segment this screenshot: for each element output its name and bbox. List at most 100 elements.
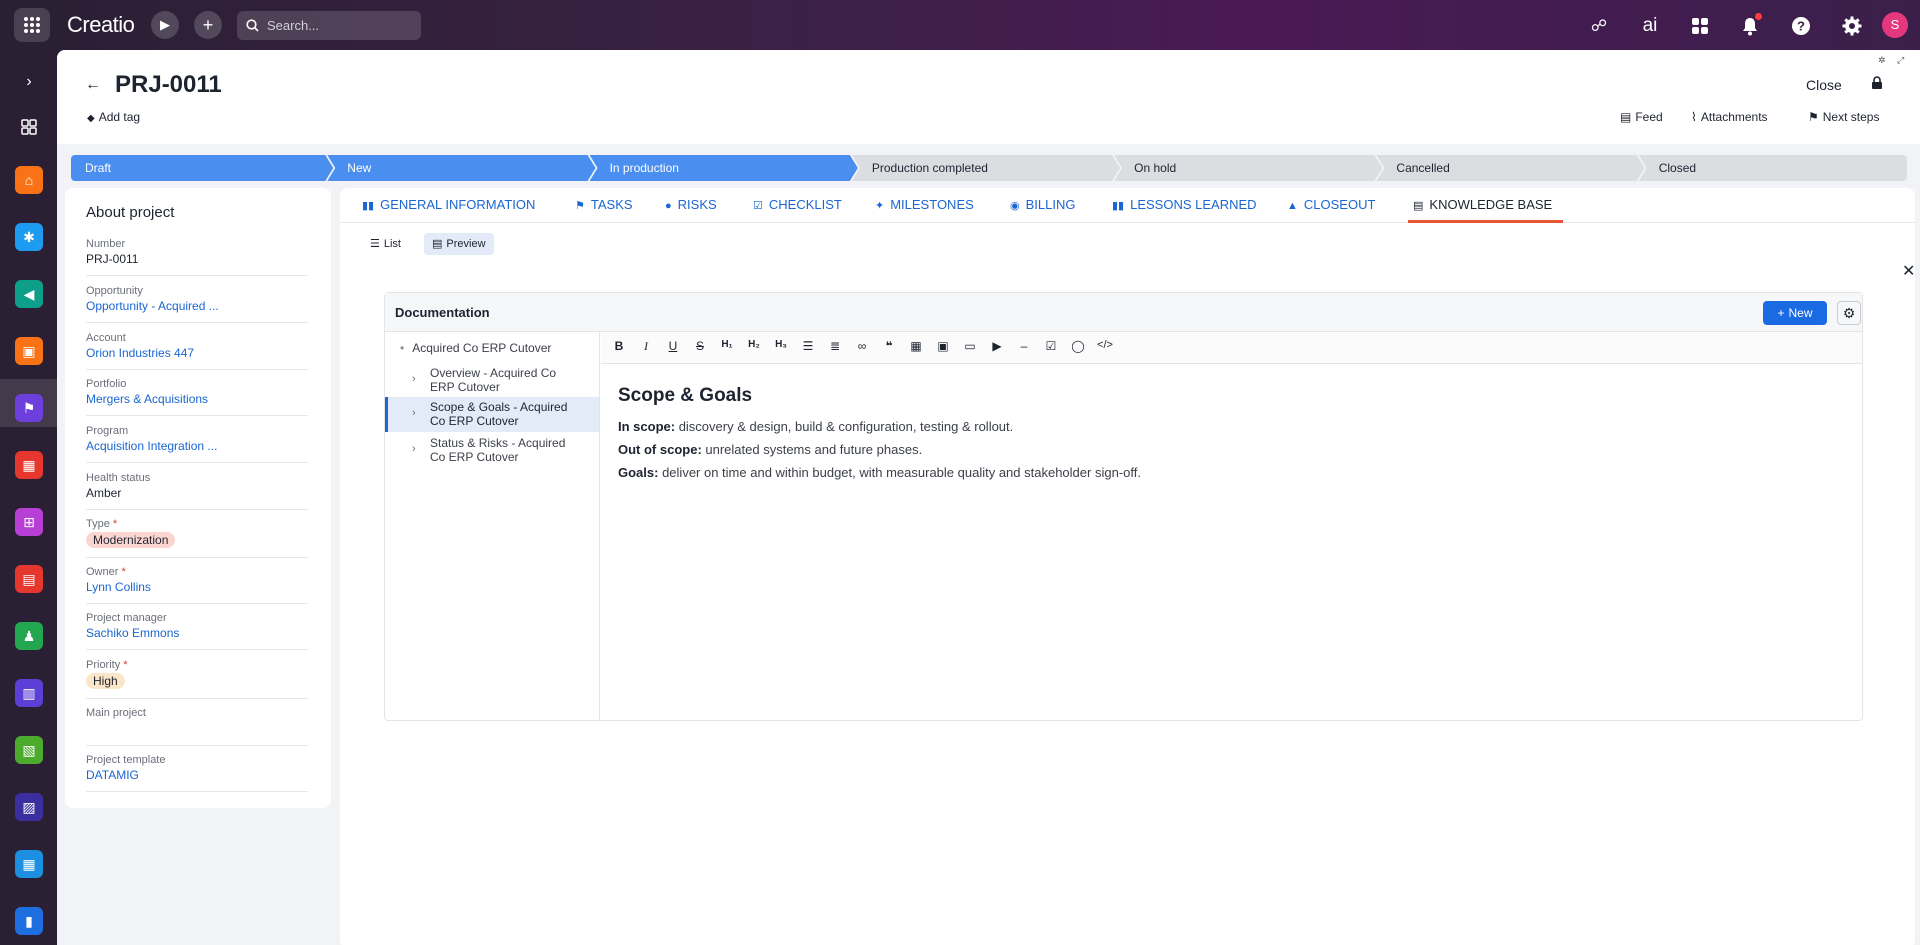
stage-production-completed[interactable]: Production completed: [852, 155, 1120, 181]
expand-icon[interactable]: ⤢: [1897, 55, 1904, 66]
rail-app-2[interactable]: ✱: [15, 223, 43, 251]
preview-view-button[interactable]: ▤ Preview: [424, 233, 494, 255]
table-icon[interactable]: ▦: [906, 339, 926, 357]
documentation-settings-button[interactable]: ⚙: [1837, 301, 1861, 325]
tree-item-status-risks[interactable]: › Status & Risks - Acquired Co ERP Cutov…: [385, 436, 599, 466]
field-value[interactable]: PRJ-0011: [86, 252, 308, 266]
field-value[interactable]: Amber: [86, 486, 308, 500]
rail-sheets[interactable]: ▦: [15, 850, 43, 878]
pin-icon[interactable]: ✲: [1878, 55, 1886, 66]
list-view-button[interactable]: ☰ List: [362, 233, 409, 255]
quote-icon[interactable]: ❝: [879, 339, 899, 357]
italic-icon[interactable]: I: [636, 339, 656, 357]
image-icon[interactable]: ▣: [933, 339, 953, 357]
quick-add-button[interactable]: +: [194, 11, 222, 39]
feed-button[interactable]: ▤ Feed: [1620, 110, 1663, 124]
creatio-logo[interactable]: Creatio: [67, 12, 135, 38]
article-paragraph-out-of-scope: Out of scope: unrelated systems and futu…: [618, 442, 1838, 457]
checkbox-icon[interactable]: ☑: [1041, 339, 1061, 357]
user-avatar[interactable]: S: [1882, 12, 1908, 38]
tab-checklist[interactable]: ☑ Checklist: [753, 197, 842, 212]
rail-documents[interactable]: ▧: [15, 736, 43, 764]
rail-projects[interactable]: ▣: [15, 337, 43, 365]
help-button[interactable]: ?: [1787, 12, 1815, 40]
video-icon[interactable]: ▭: [960, 339, 980, 357]
project-manager-link[interactable]: Sachiko Emmons: [86, 626, 308, 640]
type-chip[interactable]: Modernization: [86, 532, 176, 548]
chevron-right-icon[interactable]: ›: [412, 406, 416, 420]
rail-people[interactable]: ♟: [15, 622, 43, 650]
stage-draft[interactable]: Draft: [71, 155, 333, 181]
code-icon[interactable]: </>: [1095, 339, 1115, 357]
next-steps-button[interactable]: ⚑ Next steps: [1808, 110, 1879, 124]
stage-new[interactable]: New: [327, 155, 595, 181]
rail-calendar[interactable]: ▦: [15, 451, 43, 479]
tree-item-scope-goals[interactable]: › Scope & Goals - Acquired Co ERP Cutove…: [385, 397, 599, 432]
settings-button[interactable]: [1838, 12, 1866, 40]
rail-dashboards[interactable]: [15, 113, 43, 141]
add-tag-button[interactable]: ◆ Add tag: [87, 110, 140, 124]
bold-icon[interactable]: B: [609, 339, 629, 357]
account-link[interactable]: Orion Industries 447: [86, 346, 308, 360]
ai-button[interactable]: ai: [1636, 12, 1664, 40]
communication-icon[interactable]: ☍: [1585, 12, 1613, 40]
tab-risks[interactable]: ● Risks: [665, 197, 717, 212]
tab-billing[interactable]: ◉ Billing: [1010, 197, 1075, 212]
back-arrow-icon[interactable]: ←: [85, 76, 101, 94]
tree-item-overview[interactable]: › Overview - Acquired Co ERP Cutover: [385, 366, 599, 396]
tree-root-item[interactable]: • Acquired Co ERP Cutover: [400, 341, 551, 355]
rail-marketing[interactable]: ◀: [15, 280, 43, 308]
owner-link[interactable]: Lynn Collins: [86, 580, 308, 594]
tab-tasks[interactable]: ⚑ Tasks: [575, 197, 633, 212]
article-editor[interactable]: Scope & Goals In scope: discovery & desi…: [618, 385, 1838, 488]
tab-general-information[interactable]: ▮▮ General information: [362, 197, 535, 212]
stage-in-production[interactable]: In production: [590, 155, 858, 181]
tab-closeout[interactable]: ▲ Closeout: [1287, 197, 1375, 212]
rail-home[interactable]: ⌂: [15, 166, 43, 194]
new-document-button[interactable]: + New: [1763, 301, 1827, 325]
heading2-icon[interactable]: H₂: [744, 339, 764, 357]
heading3-icon[interactable]: H₃: [771, 339, 791, 357]
portfolio-link[interactable]: Mergers & Acquisitions: [86, 392, 308, 406]
attachments-button[interactable]: ⌇ Attachments: [1691, 110, 1768, 124]
tab-label: Billing: [1025, 197, 1076, 212]
rail-flags[interactable]: ⚑: [15, 394, 43, 422]
next-steps-label: Next steps: [1822, 110, 1880, 124]
priority-chip[interactable]: High: [86, 673, 125, 689]
numbered-list-icon[interactable]: ≣: [825, 339, 845, 357]
rail-chat[interactable]: ▤: [15, 565, 43, 593]
close-icon[interactable]: ✕: [1902, 261, 1915, 281]
tab-milestones[interactable]: ✦ Milestones: [875, 197, 974, 212]
embed-icon[interactable]: ▶: [987, 339, 1007, 357]
strikethrough-icon[interactable]: S: [690, 339, 710, 357]
lock-icon[interactable]: [1871, 76, 1883, 93]
heading1-icon[interactable]: H₁: [717, 339, 737, 357]
expand-rail-button[interactable]: ›: [15, 68, 43, 96]
project-template-link[interactable]: DATAMIG: [86, 768, 308, 782]
global-search-input[interactable]: Search...: [237, 11, 421, 40]
rail-analytics[interactable]: ▮: [15, 907, 43, 935]
close-button[interactable]: Close: [1806, 77, 1842, 93]
stage-cancelled[interactable]: Cancelled: [1376, 155, 1644, 181]
rail-knowledge[interactable]: ▥: [15, 679, 43, 707]
tab-knowledge-base[interactable]: ▤ Knowledge base: [1413, 197, 1552, 212]
link-icon[interactable]: ∞: [852, 339, 872, 357]
rail-gifts[interactable]: ⊞: [15, 508, 43, 536]
stage-closed[interactable]: Closed: [1638, 155, 1907, 181]
lightbulb-icon[interactable]: ◯: [1068, 339, 1088, 357]
opportunity-link[interactable]: Opportunity - Acquired ...: [86, 299, 308, 313]
apps-grid-icon[interactable]: [1686, 12, 1714, 40]
tree-item-label: Status & Risks - Acquired: [430, 436, 566, 450]
rail-notes[interactable]: ▨: [15, 793, 43, 821]
divider-icon[interactable]: –: [1014, 339, 1034, 357]
chevron-right-icon[interactable]: ›: [412, 372, 416, 386]
program-link[interactable]: Acquisition Integration ...: [86, 439, 308, 453]
app-launcher-button[interactable]: [14, 8, 50, 42]
underline-icon[interactable]: U: [663, 339, 683, 357]
chevron-right-icon[interactable]: ›: [412, 442, 416, 456]
stage-on-hold[interactable]: On hold: [1114, 155, 1382, 181]
bulleted-list-icon[interactable]: ☰: [798, 339, 818, 357]
run-process-button[interactable]: ▶: [151, 11, 179, 39]
tab-lessons-learned[interactable]: ▮▮ Lessons learned: [1112, 197, 1257, 212]
notifications-button[interactable]: [1736, 12, 1764, 40]
